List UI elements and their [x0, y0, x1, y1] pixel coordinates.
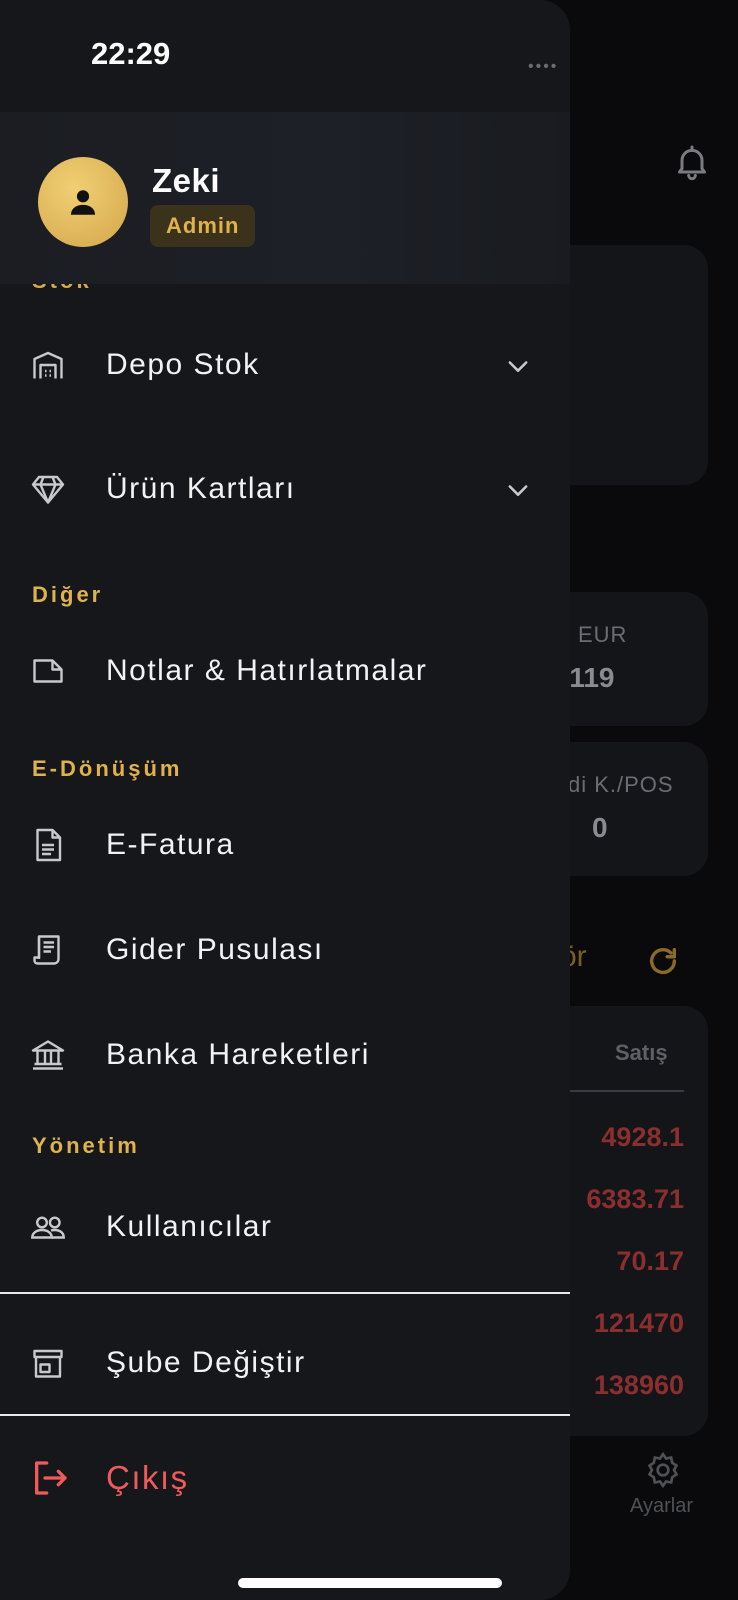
menu-item-kullanicilar[interactable]: Kullanıcılar [0, 1192, 570, 1262]
menu-label: Gider Pusulası [106, 933, 324, 966]
users-icon [31, 1216, 65, 1239]
divider [0, 1292, 570, 1294]
menu-label: Kullanıcılar [106, 1210, 273, 1243]
sales-value: 70.17 [616, 1246, 684, 1276]
signal-icon: •••• [528, 58, 559, 75]
menu-label: Notlar & Hatırlatmalar [106, 654, 428, 687]
section-title-yonetim: Yönetim [32, 1133, 140, 1158]
receipt-icon [33, 935, 60, 965]
document-icon [36, 828, 62, 862]
menu-label: Banka Hareketleri [106, 1038, 370, 1071]
pos-value: 0 [592, 812, 608, 843]
table-header-satis: Satış [615, 1040, 668, 1065]
navigation-drawer: 22:29 •••• 89 Zeki Admin Stok Depo Stok … [0, 0, 570, 1600]
currency-label: EUR [578, 622, 628, 647]
menu-item-urun-kartlari[interactable]: Ürün Kartları [0, 454, 570, 524]
note-icon [33, 659, 63, 683]
bank-icon [31, 1040, 65, 1070]
menu-label: Ürün Kartları [106, 472, 296, 505]
menu-item-gider-pusulasi[interactable]: Gider Pusulası [0, 915, 570, 985]
store-icon [33, 1349, 63, 1378]
chevron-down-icon[interactable] [504, 352, 532, 380]
menu-label: Depo Stok [106, 348, 260, 381]
menu-label: E-Fatura [106, 828, 235, 861]
menu-item-banka-hareketleri[interactable]: Banka Hareketleri [0, 1020, 570, 1090]
gear-icon [647, 1451, 679, 1489]
menu-label: Şube Değiştir [106, 1346, 306, 1379]
logout-button[interactable]: Çıkış [0, 1443, 570, 1513]
user-icon [70, 190, 96, 215]
bell-icon [678, 145, 706, 181]
avatar[interactable] [38, 157, 128, 247]
chevron-down-icon[interactable] [504, 476, 532, 504]
menu-item-depo-stok[interactable]: Depo Stok [0, 330, 570, 400]
menu-item-sube-degistir[interactable]: Şube Değiştir [0, 1328, 570, 1398]
divider [0, 1414, 570, 1416]
status-time: 22:29 [91, 36, 171, 71]
sales-value: 6383.71 [586, 1184, 684, 1214]
warehouse-icon [33, 351, 63, 379]
diamond-icon [31, 475, 65, 504]
logout-label: Çıkış [106, 1459, 189, 1496]
sales-value: 121470 [593, 1308, 684, 1338]
user-header: Zeki Admin [0, 112, 570, 284]
section-title-e-donusum: E-Dönüşüm [32, 756, 183, 781]
menu-item-e-fatura[interactable]: E-Fatura [0, 810, 570, 880]
tab-settings-label: Ayarlar [630, 1495, 693, 1517]
refresh-icon [649, 947, 677, 974]
pos-label: di K./POS [568, 772, 674, 797]
role-badge: Admin [150, 205, 256, 247]
home-indicator[interactable] [238, 1578, 502, 1588]
sales-value: 138960 [593, 1370, 684, 1400]
table-header-underline [560, 1090, 684, 1092]
menu-item-notlar[interactable]: Notlar & Hatırlatmalar [0, 636, 570, 706]
user-name: Zeki [152, 162, 221, 199]
section-title-diger: Diğer [32, 582, 104, 607]
sales-value: 4928.1 [601, 1122, 684, 1152]
logout-icon [35, 1461, 67, 1495]
